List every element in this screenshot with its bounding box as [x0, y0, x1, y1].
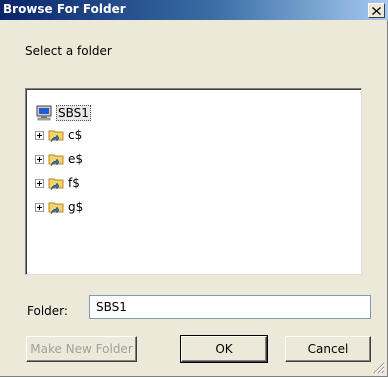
folder-tree[interactable]: SBS1 c$ e$ f$ g$: [25, 88, 362, 275]
shared-folder-icon: [48, 178, 64, 191]
tree-item-label: e$: [68, 152, 84, 166]
title-bar[interactable]: Browse For Folder: [0, 0, 388, 20]
folder-field[interactable]: [89, 295, 371, 319]
computer-icon: [36, 105, 52, 121]
resize-grip-icon[interactable]: [373, 362, 385, 374]
instructions-text: Select a folder: [25, 44, 112, 58]
expand-plus-icon[interactable]: [35, 130, 44, 140]
expand-plus-icon[interactable]: [35, 202, 44, 212]
tree-item-e-share[interactable]: e$: [35, 150, 84, 168]
shared-folder-icon: [48, 154, 64, 167]
tree-item-label: c$: [68, 128, 83, 142]
tree-item-sbs1[interactable]: SBS1: [35, 104, 91, 122]
tree-item-label: SBS1: [56, 105, 91, 121]
make-new-folder-button[interactable]: Make New Folder: [26, 336, 137, 362]
cancel-button[interactable]: Cancel: [285, 336, 371, 362]
tree-item-g-share[interactable]: g$: [35, 198, 84, 216]
window-title: Browse For Folder: [3, 2, 126, 16]
close-button[interactable]: [368, 3, 385, 18]
ok-button[interactable]: OK: [180, 335, 268, 363]
tree-item-label: f$: [68, 176, 80, 190]
tree-item-f-share[interactable]: f$: [35, 174, 81, 192]
tree-item-label: g$: [68, 200, 84, 214]
tree-item-c-share[interactable]: c$: [35, 126, 83, 144]
expand-plus-icon[interactable]: [35, 178, 44, 188]
expand-plus-icon[interactable]: [35, 154, 44, 164]
shared-folder-icon: [48, 202, 64, 215]
close-icon: [372, 6, 381, 15]
browse-for-folder-dialog: Browse For Folder Select a folder SBS1 c…: [0, 0, 388, 377]
folder-field-label: Folder:: [27, 304, 68, 318]
shared-folder-icon: [48, 130, 64, 143]
